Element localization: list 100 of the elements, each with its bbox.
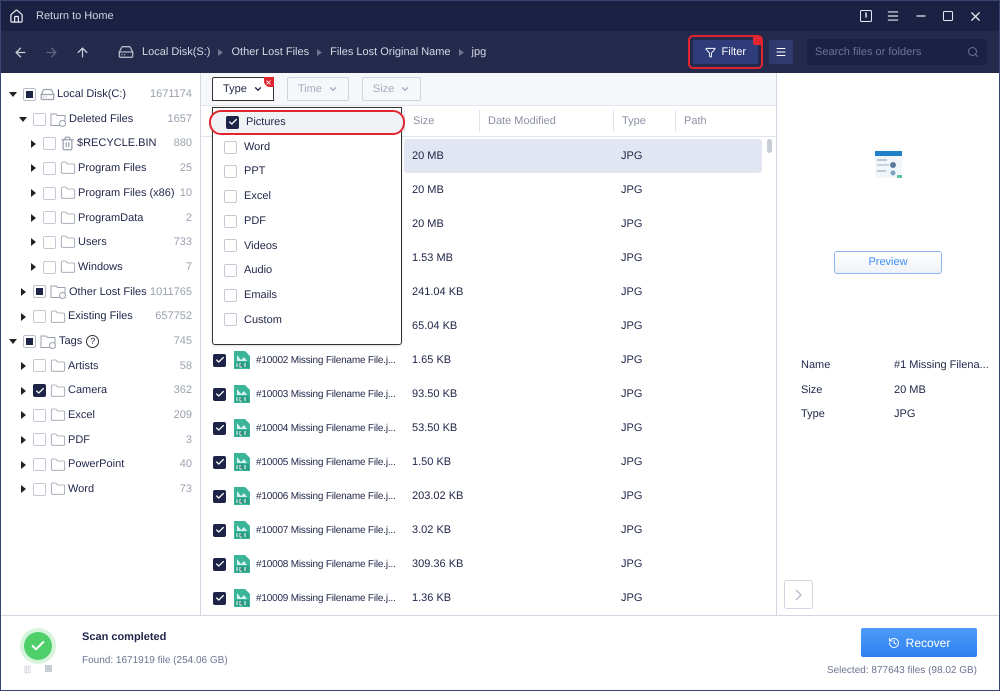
checkbox[interactable] [33, 310, 46, 324]
expanded-caret-icon[interactable] [9, 337, 19, 346]
tree-label: $RECYCLE.BIN [77, 136, 156, 152]
checkbox[interactable] [224, 313, 237, 326]
back-icon[interactable] [13, 44, 28, 60]
checkbox[interactable] [43, 186, 56, 200]
checkbox[interactable] [224, 214, 237, 228]
menu-option[interactable]: Excel [213, 184, 401, 209]
tree-item[interactable]: Existing Files 657752 [1, 304, 200, 329]
tree-item[interactable]: Word 73 [1, 477, 200, 502]
file-row[interactable]: 20 MB JPG [404, 173, 762, 207]
checkbox[interactable] [213, 524, 226, 536]
help-icon[interactable]: ? [86, 334, 100, 348]
checkbox[interactable] [213, 592, 226, 604]
checkbox[interactable] [224, 264, 237, 277]
tree-item[interactable]: Other Lost Files 1011765 [1, 280, 200, 304]
file-row[interactable]: 20 MB JPG [404, 207, 762, 241]
file-row[interactable]: 65.04 KB JPG [404, 309, 762, 343]
checkbox[interactable] [43, 236, 56, 249]
file-row[interactable]: #10004 Missing Filename File.j... 53.50 KB JPG [205, 411, 762, 445]
tree-item[interactable]: Camera 362 [1, 378, 200, 403]
tree-item[interactable]: Windows 7 [1, 254, 200, 280]
checkbox[interactable] [213, 456, 226, 468]
file-row[interactable]: #10002 Missing Filename File.j... 1.65 KB JPG [205, 343, 762, 377]
scrollbar[interactable] [767, 139, 772, 153]
tree-item[interactable]: Program Files 25 [1, 156, 200, 181]
checkbox[interactable] [33, 433, 46, 446]
checkbox[interactable] [224, 288, 237, 302]
checkbox[interactable] [226, 116, 239, 129]
file-row[interactable]: 241.04 KB JPG [404, 275, 762, 309]
checkbox[interactable] [43, 137, 56, 150]
checkbox[interactable] [23, 88, 36, 101]
expanded-caret-icon[interactable] [9, 90, 19, 98]
checkbox[interactable] [33, 384, 46, 398]
forward-icon[interactable] [44, 44, 59, 60]
file-row[interactable]: #10003 Missing Filename File.j... 93.50 KB JPG [205, 377, 762, 411]
feedback-icon[interactable] [860, 10, 872, 22]
checkbox[interactable] [33, 482, 46, 496]
tree-item[interactable]: PDF 3 [1, 428, 200, 452]
menu-option[interactable]: Word [213, 134, 401, 160]
maximize-icon[interactable] [942, 10, 954, 22]
tree-item[interactable]: Excel 209 [1, 402, 200, 428]
menu-option[interactable]: Emails [213, 282, 401, 308]
expanded-caret-icon[interactable] [19, 115, 29, 124]
search-field[interactable]: Search files or folders [807, 39, 987, 65]
checkbox[interactable] [213, 422, 226, 434]
file-type: JPG [620, 420, 642, 436]
checkbox[interactable] [213, 558, 226, 570]
checkbox[interactable] [213, 388, 226, 400]
tree-item[interactable]: Deleted Files 1657 [1, 106, 200, 132]
menu-option[interactable]: Videos [213, 233, 401, 258]
file-row[interactable]: #10007 Missing Filename File.j... 3.02 KB JPG [205, 513, 762, 547]
clear-badge[interactable] [264, 77, 274, 88]
breadcrumb-item[interactable]: Local Disk(S:) [142, 44, 210, 60]
breadcrumb-item[interactable]: jpg [472, 44, 486, 60]
checkbox[interactable] [43, 211, 56, 224]
checkbox[interactable] [224, 239, 237, 252]
checkbox[interactable] [33, 359, 46, 372]
up-icon[interactable] [75, 44, 90, 60]
checkbox[interactable] [224, 140, 237, 154]
checkbox[interactable] [33, 458, 46, 472]
home-link[interactable]: Return to Home [36, 8, 114, 24]
file-row[interactable]: #10008 Missing Filename File.j... 309.36 KB JPG [205, 547, 762, 581]
menu-option[interactable]: Custom [213, 308, 401, 332]
checkbox[interactable] [43, 260, 56, 274]
tree-item[interactable]: PowerPoint 40 [1, 452, 200, 477]
tree-item[interactable]: $RECYCLE.BIN 880 [1, 131, 200, 156]
checkbox[interactable] [33, 285, 46, 298]
breadcrumb-item[interactable]: Files Lost Original Name [330, 44, 451, 60]
menu-icon[interactable] [886, 9, 900, 23]
menu-option[interactable]: PPT [213, 159, 401, 184]
file-row[interactable]: 1.53 MB JPG [404, 241, 762, 275]
checkbox[interactable] [224, 165, 237, 178]
tree-item[interactable]: ProgramData 2 [1, 205, 200, 230]
checkbox[interactable] [23, 334, 36, 348]
menu-option[interactable]: Audio [213, 258, 401, 283]
checkbox[interactable] [213, 490, 226, 502]
breadcrumb-item[interactable]: Other Lost Files [231, 44, 310, 60]
tree-item[interactable]: Artists 58 [1, 354, 200, 378]
checkbox[interactable] [213, 354, 226, 366]
file-row[interactable]: #10005 Missing Filename File.j... 1.50 KB JPG [205, 445, 762, 479]
selected-file-row[interactable]: 20 MB JPG [404, 139, 762, 173]
home-icon[interactable] [9, 8, 24, 24]
checkbox[interactable] [33, 112, 46, 126]
file-row[interactable]: #10009 Missing Filename File.j... 1.36 KB JPG [205, 581, 762, 615]
tree-label: ProgramData [78, 210, 144, 226]
tree-item[interactable]: Users 733 [1, 230, 200, 255]
file-size: 93.50 KB [412, 388, 458, 400]
tree-item[interactable]: Program Files (x86) 10 [1, 180, 200, 206]
file-row[interactable]: #10006 Missing Filename File.j... 203.02 KB JPG [205, 479, 762, 513]
search-icon[interactable] [967, 46, 979, 58]
tree-item[interactable]: Local Disk(C:) 1671174 [1, 82, 200, 107]
view-list-button[interactable] [769, 40, 793, 64]
menu-option[interactable]: PDF [213, 208, 401, 234]
filter-dropdown[interactable]: Type [212, 77, 274, 102]
checkbox[interactable] [224, 190, 237, 203]
checkbox[interactable] [33, 408, 46, 422]
menu-option[interactable]: Pictures [209, 110, 405, 135]
checkbox[interactable] [43, 162, 56, 175]
tree-item[interactable]: Tags ? 745 [1, 328, 200, 354]
